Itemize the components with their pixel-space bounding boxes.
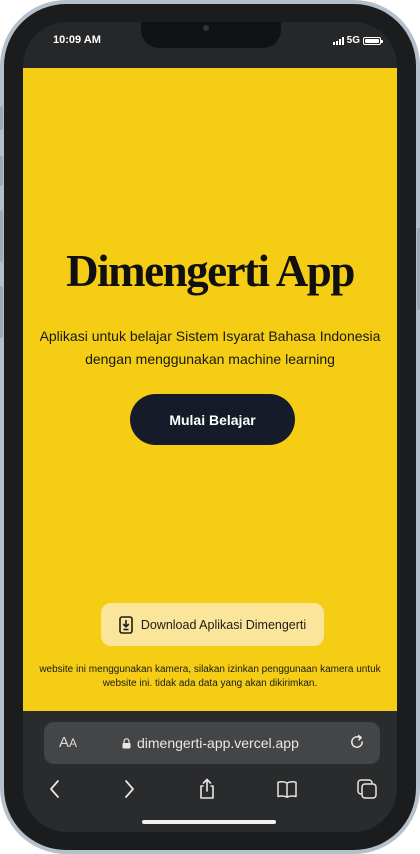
download-app-button[interactable]: Download Aplikasi Dimengerti [101, 603, 324, 646]
book-icon [277, 781, 297, 798]
page-title: Dimengerti App [66, 246, 355, 296]
url-text: dimengerti-app.vercel.app [137, 735, 299, 751]
browser-bar: AA dimengerti-app.vercel.app [23, 711, 397, 832]
volume-button [0, 286, 3, 338]
lock-icon [122, 737, 131, 748]
signal-bars-icon [332, 36, 344, 45]
battery-icon [363, 36, 383, 45]
phone-download-icon [119, 615, 133, 634]
forward-button[interactable] [117, 777, 141, 801]
status-indicators: 5G [332, 35, 383, 46]
back-button[interactable] [43, 777, 67, 801]
status-time: 10:09 AM [53, 34, 101, 46]
chevron-left-icon [50, 780, 59, 798]
text-size-label-small: A [69, 736, 78, 750]
share-button[interactable] [195, 777, 219, 801]
bookmarks-button[interactable] [275, 777, 299, 801]
mute-switch [0, 106, 3, 130]
tabs-icon [357, 779, 377, 799]
reload-icon[interactable] [348, 733, 366, 751]
web-page: Dimengerti App Aplikasi untuk belajar Si… [23, 68, 397, 711]
browser-toolbar [23, 771, 397, 807]
front-camera [203, 25, 209, 31]
url-display[interactable]: dimengerti-app.vercel.app [122, 735, 299, 751]
download-app-label: Download Aplikasi Dimengerti [140, 617, 307, 632]
volume-down-button [0, 210, 3, 262]
share-icon [200, 778, 214, 799]
chevron-right-icon [125, 780, 134, 798]
start-learning-button[interactable]: Mulai Belajar [130, 394, 295, 445]
network-label: 5G [346, 35, 360, 46]
status-bar: 10:09 AM 5G [23, 22, 397, 68]
volume-up-button [0, 156, 3, 186]
notch [141, 22, 281, 48]
text-size-label-big: A [59, 734, 70, 751]
text-size-button[interactable]: AA [59, 734, 77, 751]
page-subtitle: Aplikasi untuk belajar Sistem Isyarat Ba… [39, 328, 381, 367]
battery-level [365, 38, 379, 43]
home-indicator [142, 820, 276, 824]
phone-screen: 10:09 AM 5G Dimengerti App Aplikasi untu… [23, 22, 397, 832]
camera-notice: website ini menggunakan kamera, silakan … [39, 664, 381, 689]
tabs-button[interactable] [355, 777, 379, 801]
address-bar[interactable]: AA dimengerti-app.vercel.app [44, 722, 380, 764]
